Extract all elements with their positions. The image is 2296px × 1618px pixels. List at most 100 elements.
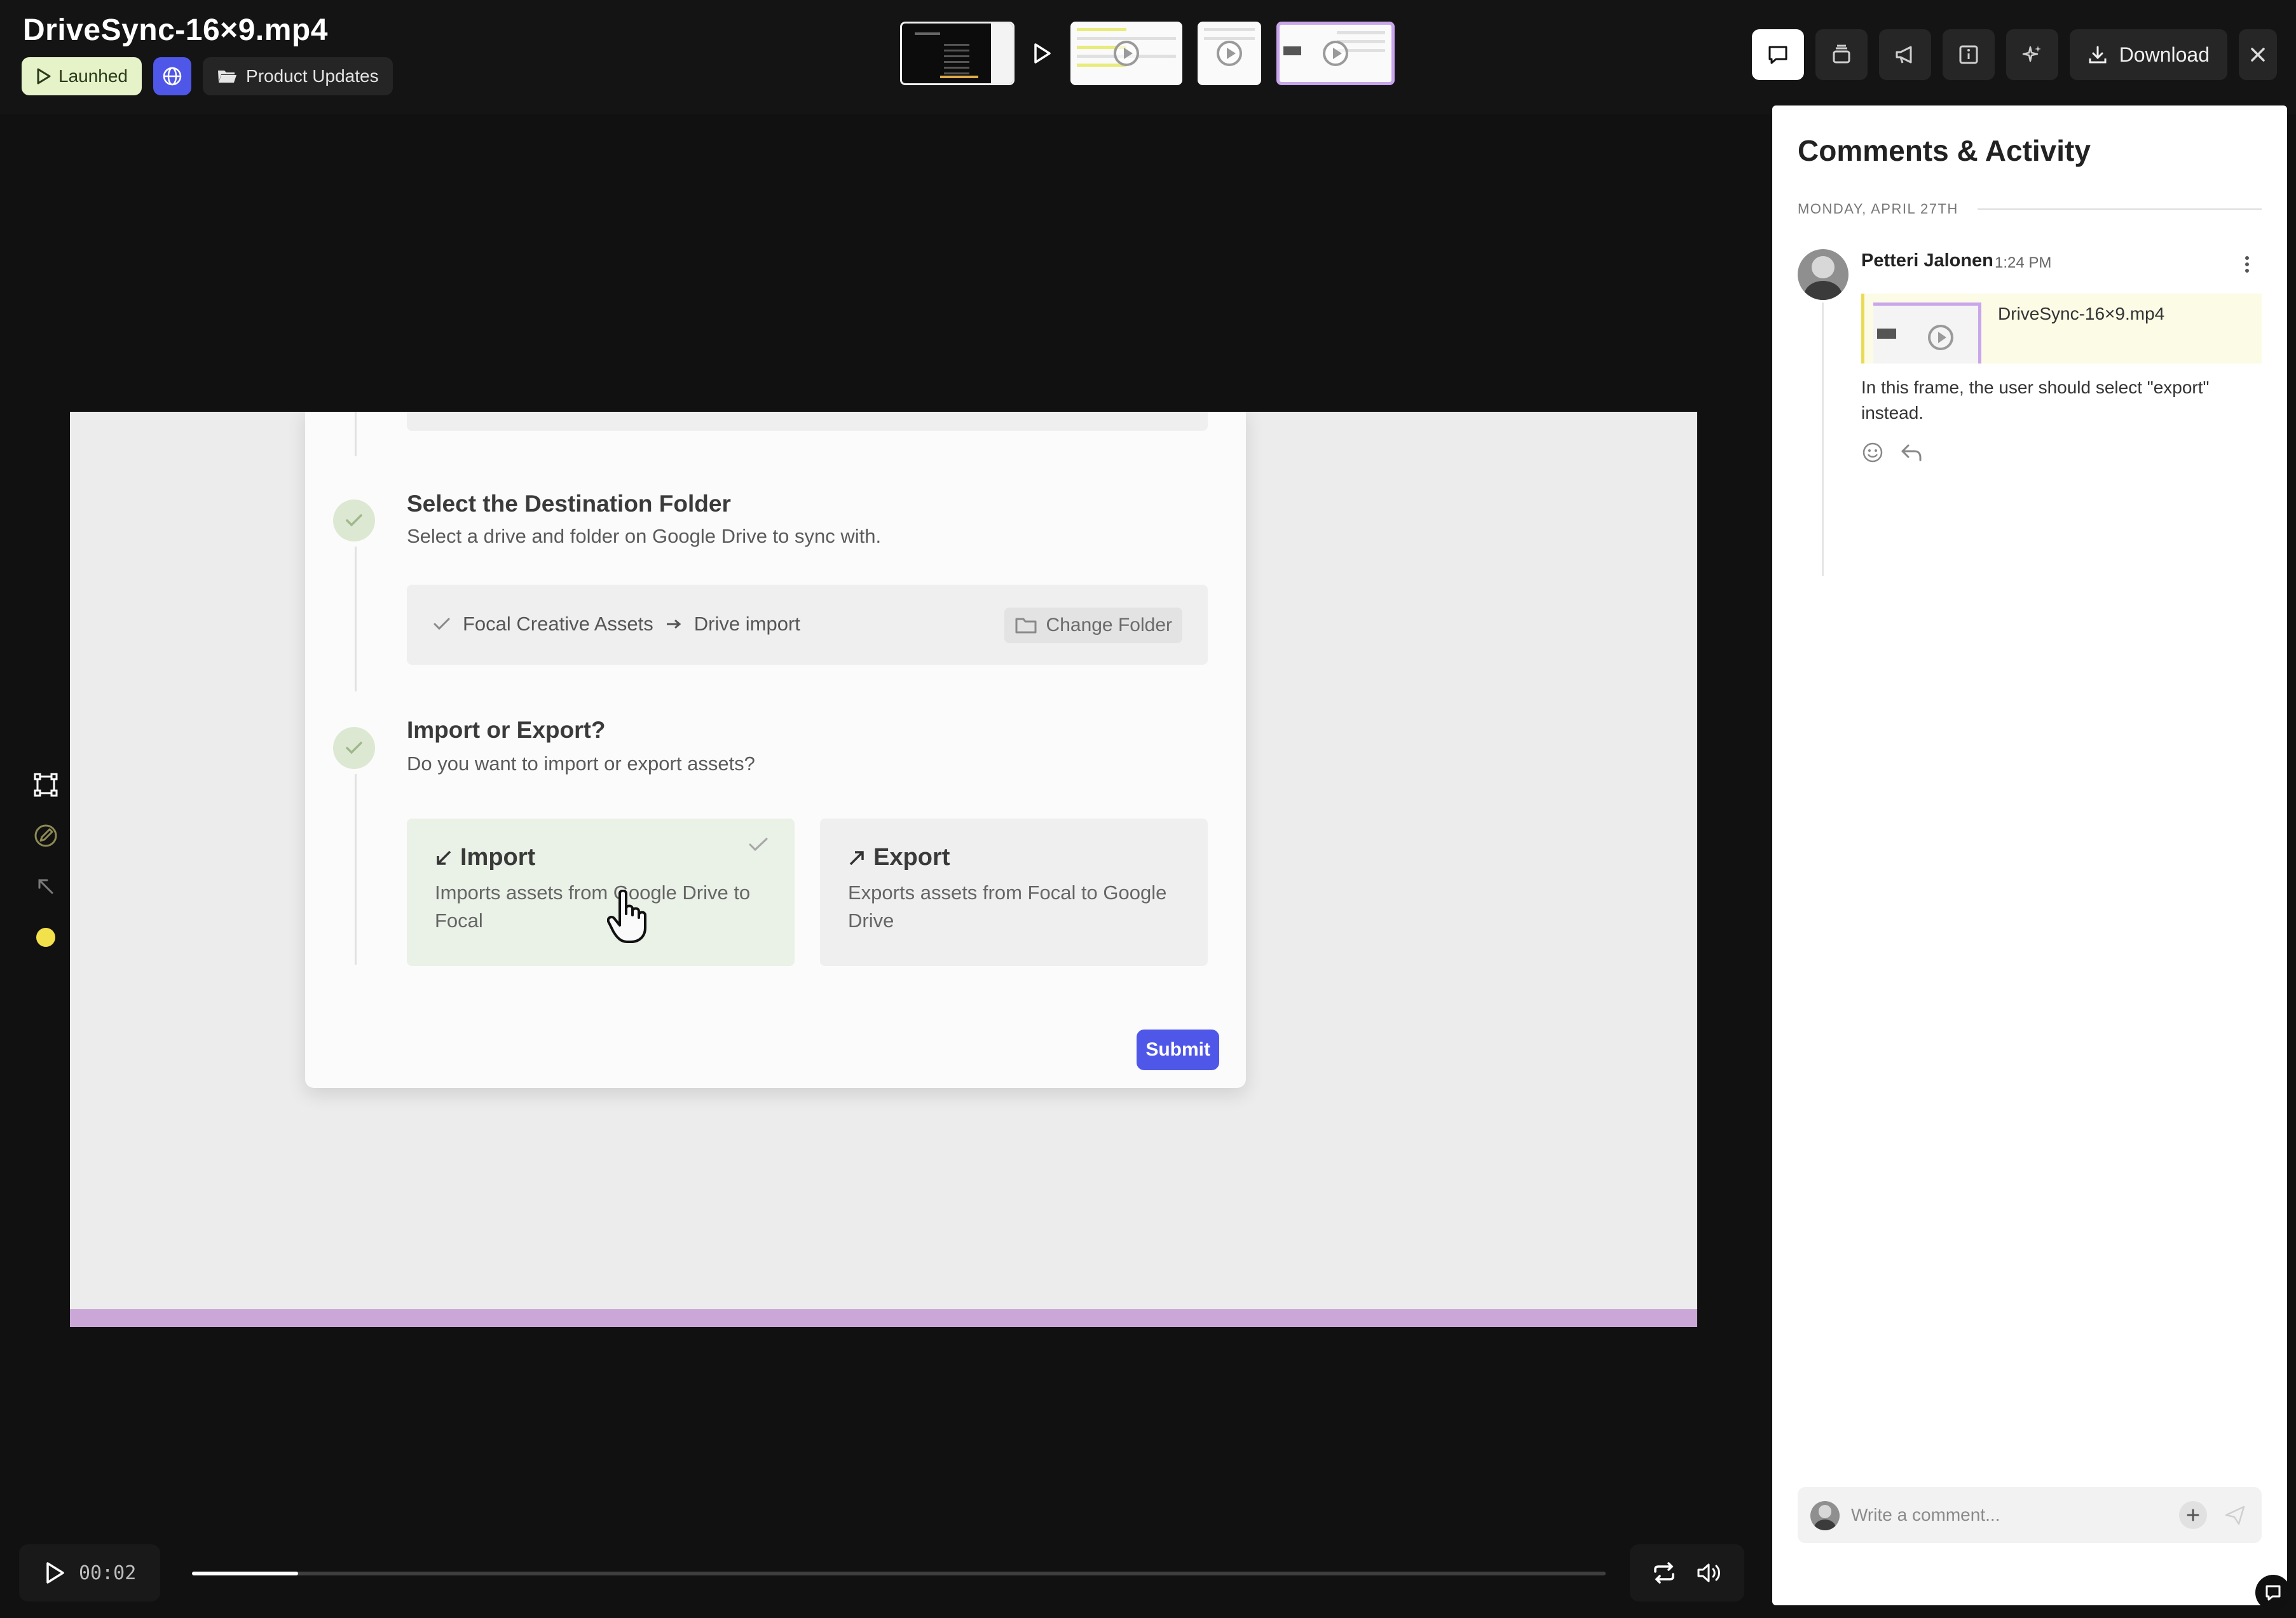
close-button[interactable] (2239, 29, 2277, 80)
step-connector (355, 547, 357, 691)
comments-toggle-button[interactable] (1751, 29, 1804, 80)
change-folder-label: Change Folder (1046, 615, 1172, 636)
version-thumbnail[interactable] (1070, 22, 1182, 85)
top-bar: DriveSync-16×9.mp4 Launhed Product Updat… (0, 0, 2296, 114)
color-swatch (36, 928, 55, 947)
change-folder-button[interactable]: Change Folder (1004, 608, 1182, 643)
status-label: Launhed (58, 66, 128, 86)
comment-text: In this frame, the user should select "e… (1861, 377, 2210, 423)
download-label: Download (2119, 43, 2210, 66)
annotation-tool-rail (19, 769, 72, 953)
folder-target: Drive import (694, 613, 800, 635)
export-option[interactable]: Export Exports assets from Focal to Goog… (820, 819, 1208, 966)
play-circle-icon (1114, 41, 1139, 66)
comments-panel: Comments & Activity MONDAY, APRIL 27TH P… (1772, 105, 2287, 1605)
sparkle-icon (2022, 46, 2041, 62)
add-attachment-button[interactable] (2179, 1501, 2207, 1529)
folder-label: Product Updates (246, 66, 379, 86)
comment-attachment[interactable]: DriveSync-16×9.mp4 (1861, 294, 2262, 364)
emoji-react-icon[interactable] (1861, 441, 1884, 464)
rectangle-tool[interactable] (27, 769, 65, 801)
support-chat-button[interactable] (2255, 1575, 2291, 1610)
attachment-thumbnail (1873, 303, 1981, 364)
comment-input[interactable] (1851, 1500, 2169, 1530)
announce-button[interactable] (1878, 29, 1931, 80)
version-thumbnail-selected[interactable] (1276, 22, 1395, 85)
video-timeline-fill (70, 1309, 1697, 1327)
arrow-up-left-icon (38, 879, 53, 894)
export-title: Export (873, 844, 950, 871)
header-chips: Launhed Product Updates (22, 57, 393, 95)
comment-composer (1798, 1487, 2262, 1543)
stack-icon (1833, 44, 1850, 64)
step-complete-badge (333, 727, 375, 769)
submit-button[interactable]: Submit (1137, 1030, 1219, 1070)
download-button[interactable]: Download (2069, 29, 2227, 80)
close-icon (2251, 48, 2265, 62)
step-connector (355, 774, 357, 965)
version-thumbnail[interactable] (900, 22, 1015, 85)
info-button[interactable] (1942, 29, 1995, 80)
step-title: Import or Export? (407, 717, 606, 743)
version-thumbnails (900, 20, 1395, 86)
import-option[interactable]: Import Imports assets from Google Drive … (407, 819, 795, 966)
play-circle-icon (1928, 325, 1953, 350)
panel-title: Comments & Activity (1798, 134, 2091, 167)
folder-chip[interactable]: Product Updates (203, 57, 393, 95)
step-subtitle: Do you want to import or export assets? (407, 752, 755, 775)
previous-step-box (407, 412, 1208, 431)
arrow-down-left-icon (437, 850, 451, 865)
folder-path: Focal Creative Assets Drive import (432, 613, 800, 636)
globe-icon (163, 67, 182, 86)
hand-cursor-icon (607, 890, 646, 943)
arrow-up-right-icon (849, 850, 864, 865)
attachment-filename: DriveSync-16×9.mp4 (1998, 304, 2165, 323)
destination-folder-box: Focal Creative Assets Drive import Chang… (407, 585, 1208, 665)
loop-icon[interactable] (1651, 1561, 1677, 1584)
megaphone-icon (1896, 46, 1912, 64)
visibility-chip[interactable] (153, 57, 192, 95)
ai-assist-button[interactable] (2006, 29, 2058, 80)
version-thumbnail[interactable] (1198, 22, 1261, 85)
import-description: Imports assets from Google Drive to Foca… (435, 881, 751, 932)
export-description: Exports assets from Focal to Google Driv… (848, 881, 1167, 932)
color-picker[interactable] (27, 921, 65, 953)
send-icon[interactable] (2224, 1504, 2246, 1526)
arrow-tool[interactable] (27, 871, 65, 902)
current-user-avatar (1810, 1501, 1840, 1530)
plus-icon (2187, 1509, 2199, 1521)
play-circle-icon (1323, 41, 1348, 66)
status-chip[interactable]: Launhed (22, 57, 142, 95)
volume-icon[interactable] (1696, 1561, 1723, 1584)
arrow-right-icon (666, 619, 681, 629)
playback-group: 00:02 (19, 1544, 160, 1601)
date-divider: MONDAY, APRIL 27TH (1798, 201, 2262, 217)
reply-icon[interactable] (1899, 441, 1924, 464)
bounding-box-icon (34, 773, 58, 797)
app-window: DriveSync-16×9.mp4 Launhed Product Updat… (0, 0, 2296, 1618)
play-icon (1034, 43, 1051, 64)
versions-button[interactable] (1815, 29, 1868, 80)
avatar[interactable] (1798, 249, 1848, 300)
comment-author[interactable]: Petteri Jalonen (1861, 250, 1993, 271)
check-icon (749, 838, 768, 852)
import-title: Import (460, 844, 536, 871)
current-time: 00:02 (79, 1561, 137, 1584)
info-icon (1959, 45, 1978, 64)
chat-icon (2265, 1585, 2281, 1601)
seek-bar[interactable] (192, 1572, 1606, 1575)
video-frame[interactable]: Select the Destination Folder Select a d… (70, 412, 1697, 1327)
folder-icon (1015, 618, 1037, 634)
comment-time: 1:24 PM (1995, 254, 2052, 271)
check-icon (346, 514, 362, 527)
pencil-circle-icon (34, 824, 57, 847)
play-outline-icon (37, 68, 51, 85)
folder-open-icon (218, 71, 237, 83)
date-label: MONDAY, APRIL 27TH (1798, 201, 1958, 217)
play-circle-icon (1217, 41, 1242, 66)
date-rule (1977, 208, 2262, 210)
more-vertical-icon[interactable] (2243, 254, 2252, 275)
version-thumbnail[interactable] (1030, 22, 1055, 85)
play-icon[interactable] (44, 1561, 66, 1585)
draw-tool[interactable] (27, 820, 65, 852)
